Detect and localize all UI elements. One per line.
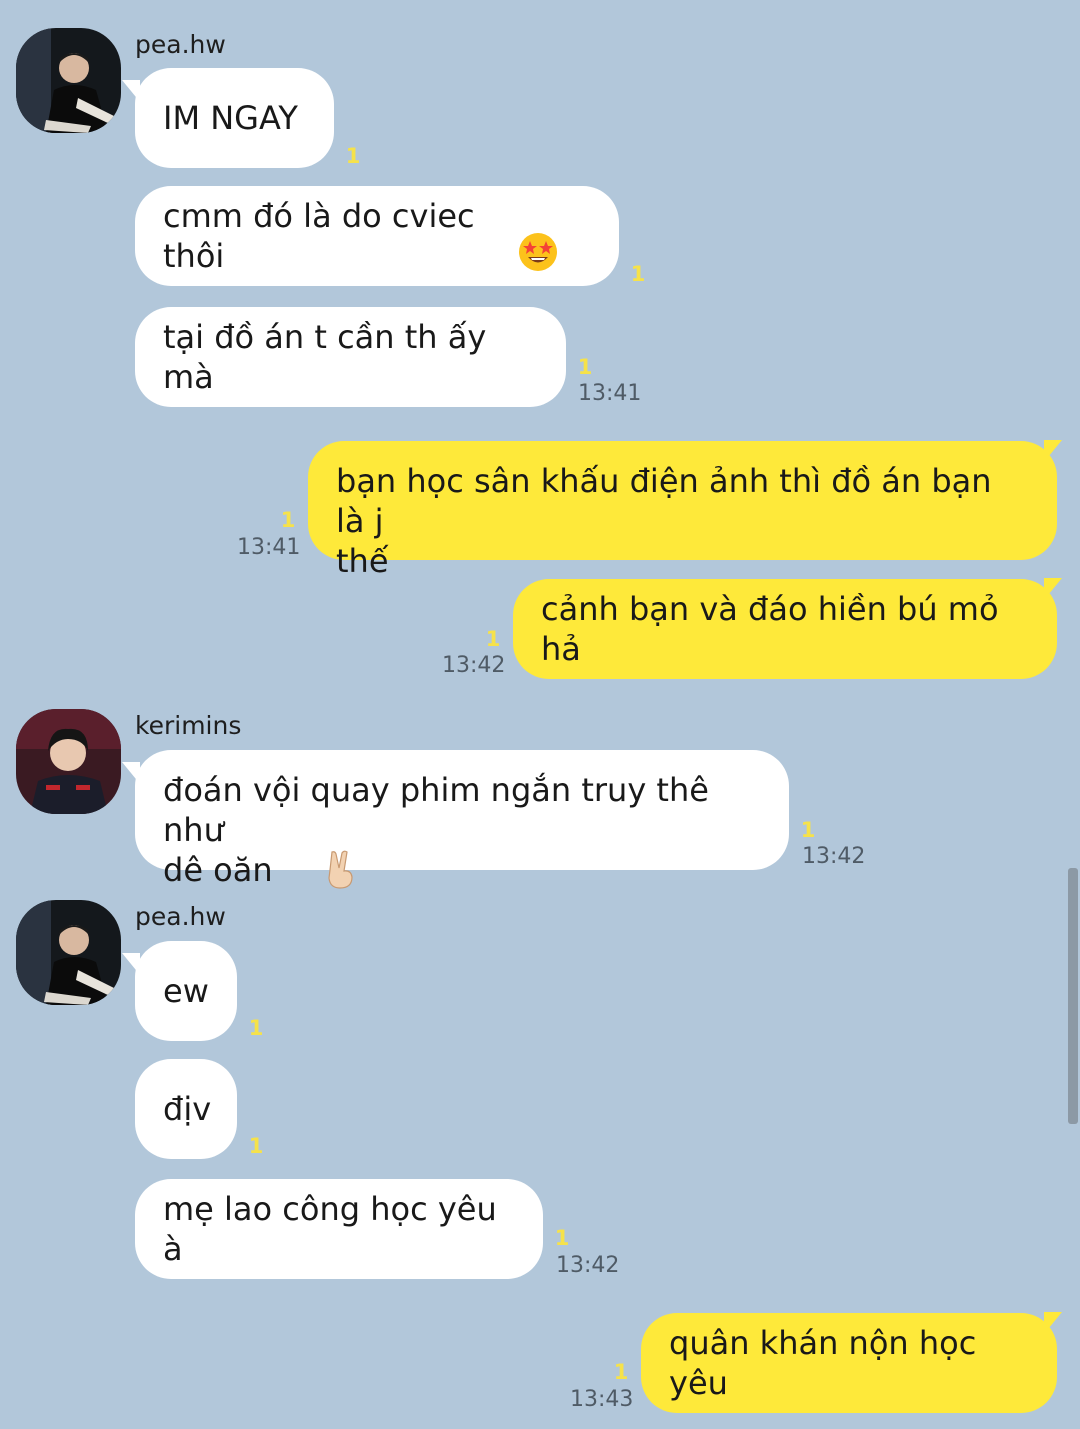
message-bubble[interactable]: tại đồ án t cần th ấy mà (135, 307, 566, 407)
message-bubble[interactable]: mẹ lao công học yêu à (135, 1179, 543, 1279)
message-text: quân khán nộn học yêu (669, 1324, 987, 1402)
timestamp: 13:42 (802, 844, 866, 869)
message-bubble[interactable]: quân khán nộn học yêu (641, 1313, 1057, 1413)
unread-count: 1 (800, 818, 816, 842)
message-bubble[interactable]: cảnh bạn và đáo hiền bú mỏ hả (513, 579, 1057, 679)
timestamp: 13:42 (442, 653, 506, 678)
star-struck-emoji (518, 152, 591, 321)
victory-hand-emoji (283, 810, 358, 939)
timestamp: 13:42 (556, 1253, 620, 1278)
unread-count: 1 (577, 355, 593, 379)
timestamp: 13:41 (237, 535, 301, 560)
unread-count: 1 (248, 1016, 264, 1040)
timestamp: 13:41 (578, 381, 642, 406)
sender-name: pea.hw (135, 902, 226, 931)
avatar-pea-hw[interactable] (16, 900, 121, 1005)
avatar-kerimins[interactable] (16, 709, 121, 814)
message-text: IM NGAY (163, 99, 298, 137)
message-bubble[interactable]: ew (135, 941, 237, 1041)
unread-count: 1 (345, 144, 361, 168)
avatar-image (16, 28, 121, 133)
unread-count: 1 (554, 1226, 570, 1250)
message-bubble[interactable]: IM NGAY (135, 68, 334, 168)
unread-count: 1 (613, 1360, 629, 1384)
scrollbar[interactable] (1068, 868, 1078, 1124)
message-bubble[interactable]: địv (135, 1059, 237, 1159)
unread-count: 1 (248, 1134, 264, 1158)
avatar-image (16, 900, 121, 1005)
message-text: cmm đó là do cviec thôi (163, 197, 485, 275)
avatar-pea-hw[interactable] (16, 28, 121, 133)
unread-count: 1 (280, 508, 296, 532)
message-text: địv (163, 1090, 212, 1128)
unread-count: 1 (630, 262, 646, 286)
unread-count: 1 (485, 627, 501, 651)
message-text: đoán vội quay phim ngắn truy thê như dê … (163, 771, 709, 889)
sender-name: kerimins (135, 711, 242, 740)
timestamp: 13:43 (570, 1387, 634, 1412)
message-bubble[interactable]: bạn học sân khấu điện ảnh thì đồ án bạn … (308, 441, 1057, 580)
sender-name: pea.hw (135, 30, 226, 59)
message-bubble[interactable]: đoán vội quay phim ngắn truy thê như dê … (135, 750, 789, 889)
message-bubble[interactable]: cmm đó là do cviec thôi (135, 186, 619, 286)
message-text: cảnh bạn và đáo hiền bú mỏ hả (541, 590, 1009, 668)
message-text: ew (163, 972, 209, 1010)
message-text: tại đồ án t cần th ấy mà (163, 318, 497, 396)
message-text: mẹ lao công học yêu à (163, 1190, 507, 1268)
avatar-image (16, 709, 121, 814)
message-text: bạn học sân khấu điện ảnh thì đồ án bạn … (336, 462, 992, 580)
